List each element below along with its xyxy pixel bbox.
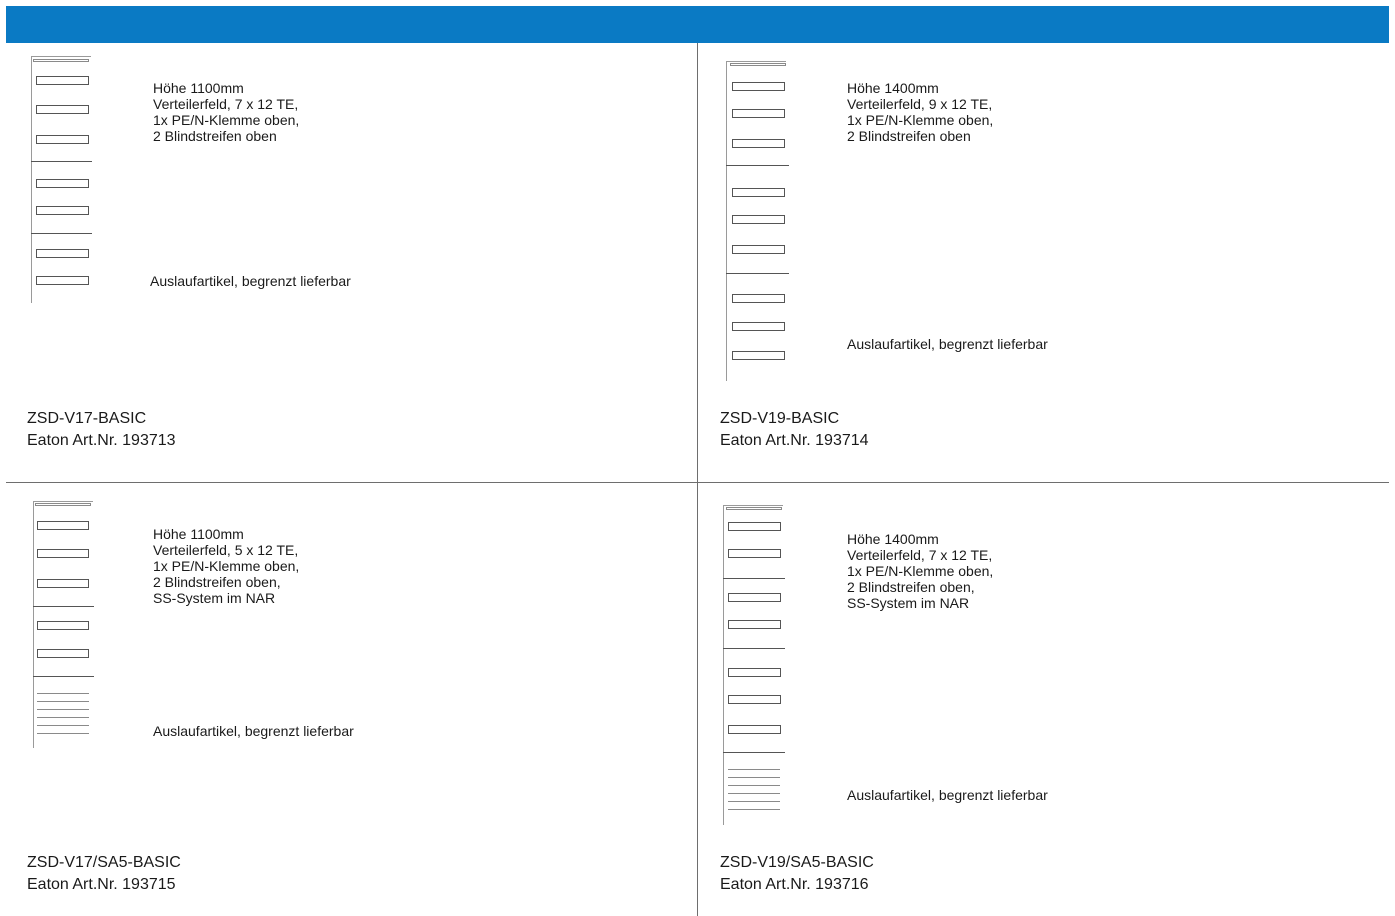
product-name: ZSD-V17-BASIC <box>27 410 147 427</box>
article-number: Eaton Art.Nr. 193713 <box>27 432 176 449</box>
description-line: 2 Blindstreifen oben <box>847 128 971 144</box>
availability-note: Auslaufartikel, begrenzt lieferbar <box>847 336 1048 352</box>
description-line: Höhe 1100mm <box>153 80 244 96</box>
description-line: 1x PE/N-Klemme oben, <box>153 112 300 128</box>
cabinet-drawing-v19 <box>726 61 790 381</box>
description-line: 1x PE/N-Klemme oben, <box>153 558 300 574</box>
product-description: Höhe 1100mm Verteilerfeld, 5 x 12 TE, 1x… <box>153 526 299 606</box>
description-line: Höhe 1400mm <box>847 531 939 547</box>
availability-note: Auslaufartikel, begrenzt lieferbar <box>150 273 351 289</box>
description-line: Höhe 1100mm <box>153 526 244 542</box>
cabinet-drawing-v17-sa5 <box>33 501 95 748</box>
product-identifier: ZSD-V17-BASIC Eaton Art.Nr. 193713 <box>27 408 176 452</box>
description-line: SS-System im NAR <box>847 595 970 611</box>
product-identifier: ZSD-V17/SA5-BASIC Eaton Art.Nr. 193715 <box>27 852 181 896</box>
availability-note: Auslaufartikel, begrenzt lieferbar <box>153 723 354 739</box>
description-line: Verteilerfeld, 7 x 12 TE, <box>153 96 299 112</box>
article-number: Eaton Art.Nr. 193714 <box>720 432 869 449</box>
product-description: Höhe 1100mm Verteilerfeld, 7 x 12 TE, 1x… <box>153 80 299 144</box>
product-description: Höhe 1400mm Verteilerfeld, 7 x 12 TE, 1x… <box>847 531 993 611</box>
product-identifier: ZSD-V19/SA5-BASIC Eaton Art.Nr. 193716 <box>720 852 874 896</box>
product-name: ZSD-V19-BASIC <box>720 410 840 427</box>
description-line: 2 Blindstreifen oben, <box>847 579 975 595</box>
cabinet-drawing-v17 <box>31 56 93 303</box>
product-name: ZSD-V17/SA5-BASIC <box>27 854 181 871</box>
product-identifier: ZSD-V19-BASIC Eaton Art.Nr. 193714 <box>720 408 869 452</box>
article-number: Eaton Art.Nr. 193715 <box>27 876 176 893</box>
description-line: Verteilerfeld, 5 x 12 TE, <box>153 542 299 558</box>
description-line: 1x PE/N-Klemme oben, <box>847 563 994 579</box>
description-line: 2 Blindstreifen oben, <box>153 574 281 590</box>
description-line: Verteilerfeld, 7 x 12 TE, <box>847 547 993 563</box>
description-line: Verteilerfeld, 9 x 12 TE, <box>847 96 993 112</box>
cabinet-drawing-v19-sa5 <box>723 505 786 825</box>
article-number: Eaton Art.Nr. 193716 <box>720 876 869 893</box>
product-description: Höhe 1400mm Verteilerfeld, 9 x 12 TE, 1x… <box>847 80 993 144</box>
description-line: Höhe 1400mm <box>847 80 939 96</box>
column-divider <box>697 43 698 916</box>
description-line: 1x PE/N-Klemme oben, <box>847 112 994 128</box>
row-divider <box>6 482 1389 483</box>
description-line: SS-System im NAR <box>153 590 276 606</box>
header-banner <box>6 6 1389 43</box>
product-name: ZSD-V19/SA5-BASIC <box>720 854 874 871</box>
description-line: 2 Blindstreifen oben <box>153 128 277 144</box>
availability-note: Auslaufartikel, begrenzt lieferbar <box>847 787 1048 803</box>
